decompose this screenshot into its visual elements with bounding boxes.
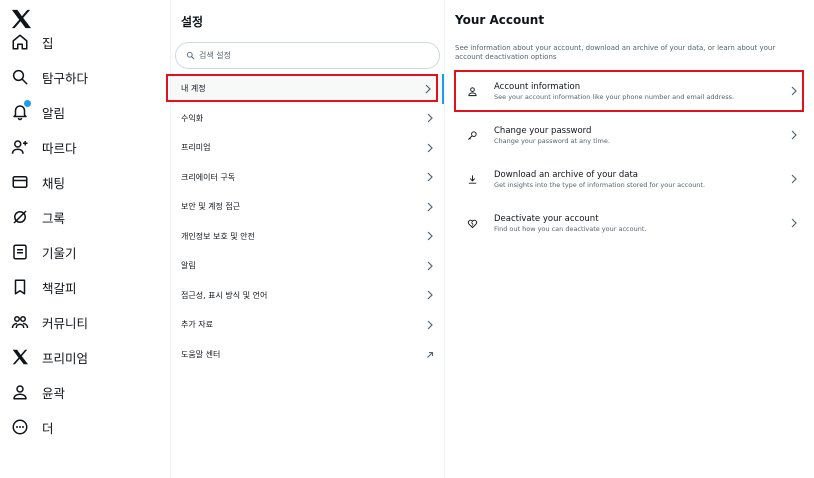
bell-icon [10, 99, 32, 122]
chevron-right-icon [427, 231, 433, 241]
nav-item-premium[interactable]: 프리미엄 [10, 344, 88, 370]
external-link-icon [427, 352, 434, 359]
account-title: Your Account [455, 13, 545, 27]
search-icon [10, 67, 30, 87]
nav-label: 채팅 [42, 175, 66, 191]
nav-item-follow[interactable]: 따르다 [10, 134, 77, 160]
chevron-right-icon [427, 172, 433, 182]
item-title: Download an archive of your data [494, 169, 639, 180]
mail-icon [10, 172, 30, 192]
nav-item-grok[interactable]: 그록 [10, 204, 65, 230]
chevron-right-icon [427, 290, 433, 300]
nav-label: 따르다 [42, 140, 77, 156]
nav-label: 윤곽 [42, 385, 66, 401]
menu-item-label: 접근성, 표시 방식 및 언어 [181, 290, 268, 300]
download-archive-item[interactable]: Download an archive of your data Get ins… [454, 160, 804, 198]
your-account-panel: Your Account See information about your … [446, 0, 814, 478]
menu-item-label: 개인정보 보호 및 안전 [181, 231, 255, 241]
menu-item-help-center[interactable]: 도움말 센터 [171, 340, 444, 370]
settings-menu: 내 계정 수익화 프리미엄 크리에이터 구독 보안 및 계정 접근 개인정보 보… [171, 74, 444, 369]
menu-item-creator-subscriptions[interactable]: 크리에이터 구독 [171, 163, 444, 193]
nav-label: 더 [42, 420, 54, 436]
chevron-right-icon [791, 218, 797, 228]
menu-item-label: 프리미엄 [181, 143, 211, 153]
home-icon [10, 32, 30, 52]
menu-item-label: 도움말 센터 [181, 349, 221, 359]
menu-item-privacy[interactable]: 개인정보 보호 및 안전 [171, 222, 444, 252]
grok-icon [10, 207, 30, 227]
item-title: Change your password [494, 125, 592, 136]
menu-item-notifications[interactable]: 알림 [171, 251, 444, 281]
nav-label: 집 [42, 35, 54, 51]
chevron-right-icon [427, 261, 433, 271]
menu-item-security[interactable]: 보안 및 계정 접근 [171, 192, 444, 222]
nav-item-notifications[interactable]: 알림 [10, 99, 65, 125]
person-icon [464, 83, 480, 99]
nav-label: 탐구하다 [42, 70, 89, 86]
item-title: Deactivate your account [494, 213, 599, 224]
chevron-right-icon [427, 202, 433, 212]
deactivate-account-item[interactable]: Deactivate your account Find out how you… [454, 204, 804, 242]
menu-item-premium[interactable]: 프리미엄 [171, 133, 444, 163]
communities-icon [10, 312, 30, 332]
menu-item-label: 내 계정 [181, 84, 206, 94]
key-icon [464, 127, 480, 143]
menu-item-label: 알림 [181, 261, 196, 271]
menu-item-label: 수익화 [181, 113, 204, 123]
item-subtitle: Find out how you can deactivate your acc… [494, 224, 647, 233]
item-title: Account information [494, 81, 581, 92]
nav-label: 커뮤니티 [42, 315, 89, 331]
item-subtitle: Get insights into the type of informatio… [494, 180, 706, 189]
menu-item-label: 보안 및 계정 접근 [181, 202, 241, 212]
item-subtitle: Change your password at any time. [494, 136, 610, 145]
settings-panel: 설정 내 계정 수익화 프리미엄 크리에이터 구독 보안 및 계정 접근 개인정… [170, 0, 445, 478]
chevron-right-icon [425, 84, 431, 94]
nav-item-more[interactable]: 더 [10, 414, 54, 440]
nav-item-chat[interactable]: 채팅 [10, 169, 65, 195]
chevron-right-icon [791, 86, 797, 96]
settings-search[interactable] [175, 42, 440, 69]
notification-badge [23, 99, 32, 108]
nav-item-bookmarks[interactable]: 책갈피 [10, 274, 77, 300]
broken-heart-icon [464, 215, 480, 231]
nav-item-profile[interactable]: 윤곽 [10, 379, 65, 405]
search-input[interactable] [199, 51, 419, 60]
chevron-right-icon [791, 174, 797, 184]
nav-item-communities[interactable]: 커뮤니티 [10, 309, 88, 335]
change-password-item[interactable]: Change your password Change your passwor… [454, 116, 804, 154]
nav-label: 프리미엄 [42, 350, 89, 366]
search-icon [186, 51, 195, 60]
nav-label: 기울기 [42, 245, 77, 261]
chevron-right-icon [427, 143, 433, 153]
item-subtitle: See your account information like your p… [494, 92, 735, 101]
nav-label: 알림 [42, 105, 66, 121]
nav-label: 책갈피 [42, 280, 77, 296]
menu-item-my-account[interactable]: 내 계정 [171, 74, 444, 104]
list-icon [10, 242, 30, 262]
account-description: See information about your account, down… [455, 44, 776, 61]
menu-item-label: 크리에이터 구독 [181, 172, 236, 182]
menu-item-label: 추가 자료 [181, 320, 213, 330]
chevron-right-icon [427, 113, 433, 123]
nav-item-home[interactable]: 집 [10, 29, 54, 55]
bookmark-icon [10, 277, 30, 297]
follow-icon [10, 137, 30, 157]
profile-icon [10, 382, 30, 402]
more-icon [10, 417, 30, 437]
nav-item-explore[interactable]: 탐구하다 [10, 64, 88, 90]
menu-item-additional-resources[interactable]: 추가 자료 [171, 310, 444, 340]
nav-item-lists[interactable]: 기울기 [10, 239, 77, 265]
side-navigation: 집 탐구하다 알림 따르다 채팅 그록 기울기 책갈피 커뮤니티 프리미엄 윤곽… [0, 0, 170, 478]
nav-label: 그록 [42, 210, 66, 226]
settings-title: 설정 [181, 15, 204, 29]
menu-item-monetization[interactable]: 수익화 [171, 104, 444, 134]
chevron-right-icon [427, 320, 433, 330]
account-information-item[interactable]: Account information See your account inf… [454, 72, 804, 110]
menu-item-accessibility[interactable]: 접근성, 표시 방식 및 언어 [171, 281, 444, 311]
x-premium-icon [10, 347, 30, 367]
chevron-right-icon [791, 130, 797, 140]
download-icon [464, 171, 480, 187]
